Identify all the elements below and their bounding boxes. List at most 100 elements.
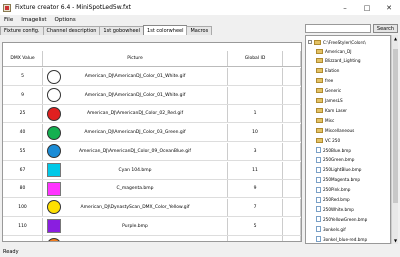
table-row[interactable]: 9 American_DJ\AmericanDJ_Color_01_White.g… <box>3 86 301 105</box>
dmx-value-cell[interactable]: 9 <box>3 86 43 104</box>
tree-file-item[interactable]: 3onkels.gif <box>316 225 346 233</box>
table-row[interactable]: 55 American_DJ\AmericanDJ_Color_09_OceanB… <box>3 142 301 161</box>
folder-icon <box>316 127 323 133</box>
picture-cell[interactable]: American_DJ\DynastyScan_DMX_Color_Yellow… <box>43 198 228 216</box>
table-row[interactable]: 128American_DJ\AmericanDJ_Color_07_Orang… <box>3 236 301 241</box>
global-id-cell[interactable]: 7 <box>228 198 283 216</box>
header-spacer <box>283 51 301 66</box>
table-row[interactable]: 40 American_DJ\AmericanDJ_Color_03_Green.… <box>3 124 301 143</box>
global-id-cell[interactable]: 11 <box>228 161 283 179</box>
dmx-value-cell[interactable]: 40 <box>3 124 43 142</box>
scroll-up-icon[interactable]: ▲ <box>392 35 399 42</box>
menu-file[interactable]: File <box>0 17 17 23</box>
tab-fixture-config[interactable]: Fixture config. <box>0 26 44 35</box>
status-bar: Ready <box>0 247 400 257</box>
tree-file-item[interactable]: 250Red.bmp <box>316 196 350 204</box>
table-row[interactable]: 100 American_DJ\DynastyScan_DMX_Color_Yel… <box>3 198 301 217</box>
picture-cell[interactable]: American_DJ\AmericanDJ_Color_01_White.gi… <box>43 86 228 104</box>
tree-folder-item[interactable]: Generic <box>316 87 341 95</box>
dmx-value-cell[interactable]: 5 <box>3 68 43 85</box>
global-id-cell[interactable]: 10 <box>228 124 283 142</box>
tree-file-item[interactable]: 3onkel_blue-red.bmp <box>316 235 367 243</box>
folder-icon <box>316 58 323 64</box>
tree-file-item[interactable]: 250LightBlue.bmp <box>316 166 361 174</box>
tree-scrollbar[interactable]: ▲ ▼ <box>391 35 398 244</box>
dmx-value-cell[interactable]: 128 <box>3 236 43 241</box>
table-row[interactable]: 25 American_DJ\AmericanDJ_Color_02_Red.gi… <box>3 105 301 124</box>
tree-file-item[interactable]: 250Green.bmp <box>316 156 354 164</box>
dmx-value-cell[interactable]: 67 <box>3 161 43 179</box>
picture-cell[interactable]: Cyan 104.bmp <box>43 161 228 179</box>
folder-icon <box>316 117 323 123</box>
picture-cell[interactable]: Purple.bmp <box>43 217 228 235</box>
tree-file-item[interactable]: 250Magenta.bmp <box>316 176 360 184</box>
scroll-down-icon[interactable]: ▼ <box>392 237 399 244</box>
tree-folder-item[interactable]: Blizzard_Lighting <box>316 57 361 65</box>
header-global-id[interactable]: Global ID <box>228 51 283 66</box>
tree-root[interactable]: C:\FreeStyler\Colors\ <box>308 38 366 46</box>
tab-colorwheel[interactable]: 1st colorwheel <box>143 25 188 35</box>
header-dmx-value[interactable]: DMX Value <box>3 51 43 66</box>
file-icon <box>316 156 321 163</box>
global-id-cell[interactable] <box>228 68 283 85</box>
tree-folder-item[interactable]: Miscellaneous <box>316 126 354 134</box>
picture-cell[interactable]: C_magenta.bmp <box>43 180 228 198</box>
close-button[interactable]: ✕ <box>378 0 400 15</box>
tree-folder-item[interactable]: JamesLS <box>316 97 343 105</box>
menu-imagelist[interactable]: Imagelist <box>17 17 50 23</box>
folder-icon <box>314 39 321 45</box>
file-icon <box>316 206 321 213</box>
color-swatch <box>47 237 61 241</box>
dmx-value-cell[interactable]: 80 <box>3 180 43 198</box>
tab-channel-description[interactable]: Channel description <box>42 26 101 35</box>
table-row[interactable]: 80 C_magenta.bmp 9 <box>3 180 301 199</box>
global-id-cell[interactable] <box>228 236 283 241</box>
minimize-button[interactable]: – <box>334 0 356 15</box>
tab-gobowheel[interactable]: 1st gobowheel <box>99 26 145 35</box>
table-row[interactable]: 67 Cyan 104.bmp 11 <box>3 161 301 180</box>
path-input[interactable] <box>305 24 371 33</box>
color-swatch <box>47 219 61 234</box>
global-id-cell[interactable]: 3 <box>228 142 283 160</box>
dmx-value-cell[interactable]: 25 <box>3 105 43 123</box>
picture-cell[interactable]: American_DJ\AmericanDJ_Color_02_Red.gif <box>43 105 228 123</box>
tab-macros[interactable]: Macros <box>186 26 213 35</box>
global-id-cell[interactable]: 9 <box>228 180 283 198</box>
folder-icon <box>316 68 323 74</box>
header-picture[interactable]: Picture <box>43 51 228 66</box>
scroll-thumb[interactable] <box>393 49 398 203</box>
file-icon <box>316 147 321 153</box>
menu-options[interactable]: Options <box>51 17 80 23</box>
search-button[interactable]: Search <box>373 24 398 33</box>
maximize-button[interactable]: □ <box>356 0 378 15</box>
picture-cell[interactable]: American_DJ\AmericanDJ_Color_03_Green.gi… <box>43 124 228 142</box>
picture-cell[interactable]: American_DJ\AmericanDJ_Color_09_OceanBlu… <box>43 142 228 160</box>
tree-folder-item[interactable]: free <box>316 77 333 85</box>
picture-cell[interactable]: American_DJ\AmericanDJ_Color_07_Orange.g… <box>43 236 228 241</box>
picture-cell[interactable]: American_DJ\AmericanDJ_Color_01_White.gi… <box>43 68 228 85</box>
tree-folder-item[interactable]: Kam Laser <box>316 106 347 114</box>
status-text: Ready <box>3 249 19 255</box>
tree-folder-item[interactable]: Elation <box>316 67 339 75</box>
table-row[interactable]: 110 Purple.bmp 5 <box>3 217 301 236</box>
tree-folder-item[interactable]: VC 250 <box>316 136 340 144</box>
dmx-value-cell[interactable]: 55 <box>3 142 43 160</box>
tree-file-item[interactable]: 250YellowGreen.bmp <box>316 215 367 223</box>
dmx-value-cell[interactable]: 100 <box>3 198 43 216</box>
dmx-value-cell[interactable]: 110 <box>3 217 43 235</box>
table-row[interactable]: 5 American_DJ\AmericanDJ_Color_01_White.g… <box>3 68 301 86</box>
tree-folder-item[interactable]: Misc <box>316 116 334 124</box>
tree-file-item[interactable]: 250White.bmp <box>316 205 354 213</box>
file-icon <box>316 226 321 233</box>
colorwheel-grid: DMX Value Picture Global ID 5 American_DJ… <box>2 42 302 242</box>
tree-file-item[interactable]: 250Blue.bmp <box>316 146 351 154</box>
global-id-cell[interactable] <box>228 86 283 104</box>
folder-icon <box>316 88 323 94</box>
grid-header: DMX Value Picture Global ID <box>3 51 301 67</box>
tree-folder-item[interactable]: American_DJ <box>316 47 351 55</box>
folder-tree: C:\FreeStyler\Colors\ American_DJ Blizzar… <box>305 35 391 244</box>
global-id-cell[interactable]: 1 <box>228 105 283 123</box>
global-id-cell[interactable]: 5 <box>228 217 283 235</box>
tree-file-item[interactable]: 250Pink.bmp <box>316 186 350 194</box>
file-icon <box>316 196 321 203</box>
